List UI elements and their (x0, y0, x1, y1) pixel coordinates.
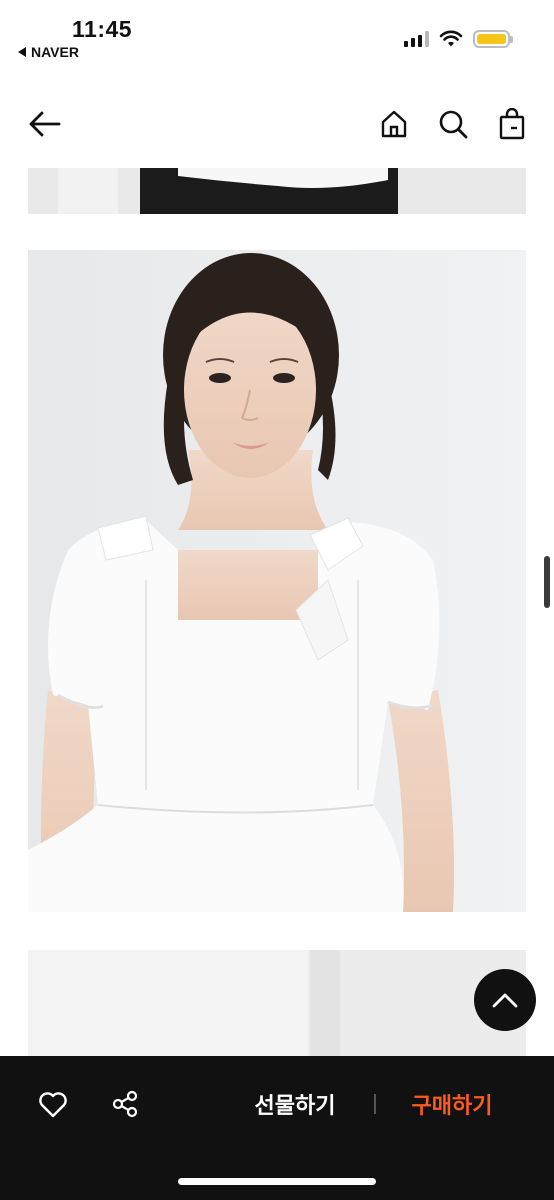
chevron-up-icon (492, 993, 518, 1008)
home-icon[interactable] (376, 106, 412, 142)
cellular-signal-icon (404, 31, 429, 47)
product-image-top (28, 168, 526, 214)
heart-icon[interactable] (35, 1086, 71, 1122)
home-indicator (178, 1178, 376, 1185)
status-time: 11:45 (72, 16, 133, 42)
status-indicators (404, 30, 513, 48)
gift-button[interactable]: 선물하기 (230, 1084, 360, 1124)
nav-bar (0, 92, 554, 162)
scroll-to-top-button[interactable] (474, 969, 536, 1031)
status-bar: 11:45 NAVER (0, 0, 554, 70)
wifi-icon (439, 30, 463, 47)
back-arrow-icon[interactable] (26, 106, 62, 142)
share-icon[interactable] (107, 1086, 143, 1122)
shopping-bag-icon[interactable] (494, 106, 530, 142)
buy-button[interactable]: 구매하기 (392, 1084, 512, 1124)
scroll-indicator[interactable] (544, 556, 550, 608)
product-image-bottom (28, 950, 526, 1056)
back-app-label: NAVER (31, 44, 79, 60)
search-icon[interactable] (435, 106, 471, 142)
battery-icon (473, 30, 513, 48)
button-divider (374, 1094, 376, 1114)
back-triangle-icon (18, 47, 26, 57)
product-image-main (28, 250, 526, 912)
back-to-app-link[interactable]: NAVER (18, 44, 79, 60)
